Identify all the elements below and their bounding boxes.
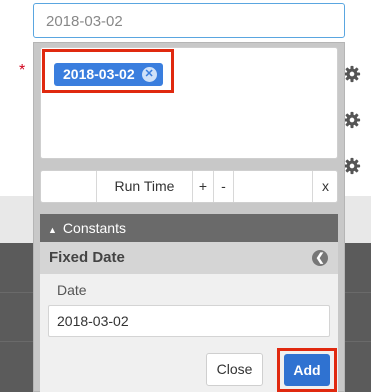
constants-body: Fixed Date ❮ Date 2018-03-02 Close Add [40, 242, 338, 392]
date-field-label: Date [57, 282, 87, 298]
highlight-box: Add [277, 348, 337, 392]
gear-icon[interactable] [343, 157, 361, 175]
selected-value-pill[interactable]: 2018-03-02 ✕ [54, 63, 163, 86]
minus-button[interactable]: - [213, 171, 234, 202]
dropdown-panel: 2018-03-02 ✕ Run Time + - x ▲ Constants F… [33, 42, 345, 392]
date-filter-widget: 2018-03-02 2018-03-02 ✕ Run Time + - x ▲… [33, 0, 345, 392]
highlight-box: 2018-03-02 ✕ [42, 49, 174, 93]
close-button[interactable]: Close [206, 353, 263, 386]
constants-header-label: Constants [62, 220, 126, 236]
required-marker: * [19, 62, 26, 79]
fixed-date-row[interactable]: Fixed Date ❮ [40, 242, 338, 274]
clear-button[interactable]: x [312, 171, 338, 202]
date-search-input[interactable]: 2018-03-02 [33, 3, 345, 38]
fixed-date-title: Fixed Date [49, 249, 125, 266]
plus-button[interactable]: + [192, 171, 213, 202]
selected-values-box[interactable]: 2018-03-02 ✕ [40, 47, 338, 159]
date-field[interactable]: 2018-03-02 [48, 305, 330, 337]
add-button[interactable]: Add [284, 354, 330, 386]
gear-icon[interactable] [343, 111, 361, 129]
run-time-button[interactable]: Run Time [96, 171, 192, 202]
arrow-left-circle-icon[interactable]: ❮ [312, 250, 328, 266]
triangle-up-icon: ▲ [48, 225, 57, 235]
gear-icon[interactable] [343, 65, 361, 83]
close-circle-icon[interactable]: ✕ [141, 67, 157, 82]
constants-header[interactable]: ▲ Constants [40, 214, 338, 242]
selected-value-label: 2018-03-02 [63, 66, 135, 82]
function-toolbar: Run Time + - x [40, 170, 338, 203]
